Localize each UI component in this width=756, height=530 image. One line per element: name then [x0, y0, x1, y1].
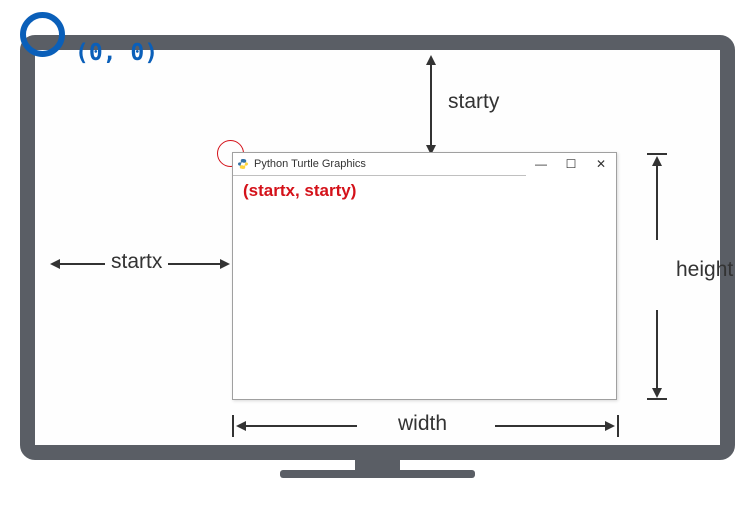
width-arrow-right-line	[495, 425, 605, 427]
height-bottom-bar	[647, 398, 667, 400]
startx-arrow-left	[50, 259, 60, 269]
height-arrow-bottom-line	[656, 310, 658, 390]
window-body: (startx, starty)	[233, 176, 616, 206]
origin-marker	[20, 12, 65, 57]
startx-arrow-right	[220, 259, 230, 269]
height-arrow-bottom-head	[652, 388, 662, 398]
window-corner-label: (startx, starty)	[243, 181, 606, 201]
height-top-bar	[647, 153, 667, 155]
height-arrow-top-line	[656, 165, 658, 240]
maximize-button[interactable]: ☐	[556, 153, 586, 176]
python-icon	[237, 158, 249, 170]
origin-label: (0, 0)	[75, 40, 158, 66]
minimize-button[interactable]: —	[526, 153, 556, 176]
starty-label: starty	[448, 90, 499, 114]
window-titlebar[interactable]: Python Turtle Graphics — ☐ ✕	[233, 153, 616, 176]
startx-label: startx	[105, 250, 168, 274]
close-button[interactable]: ✕	[586, 153, 616, 176]
width-arrow-left-line	[245, 425, 357, 427]
height-label: height	[676, 258, 733, 282]
starty-arrow-up	[426, 55, 436, 65]
window-title: Python Turtle Graphics	[254, 158, 526, 170]
width-arrow-right-head	[605, 421, 615, 431]
monitor-stand	[280, 460, 475, 478]
width-arrow-left-head	[236, 421, 246, 431]
width-label: width	[398, 412, 447, 436]
width-right-bar	[617, 415, 619, 437]
width-left-bar	[232, 415, 234, 437]
height-arrow-top-head	[652, 156, 662, 166]
turtle-window: Python Turtle Graphics — ☐ ✕ (startx, st…	[232, 152, 617, 400]
starty-arrow-line	[430, 60, 432, 150]
